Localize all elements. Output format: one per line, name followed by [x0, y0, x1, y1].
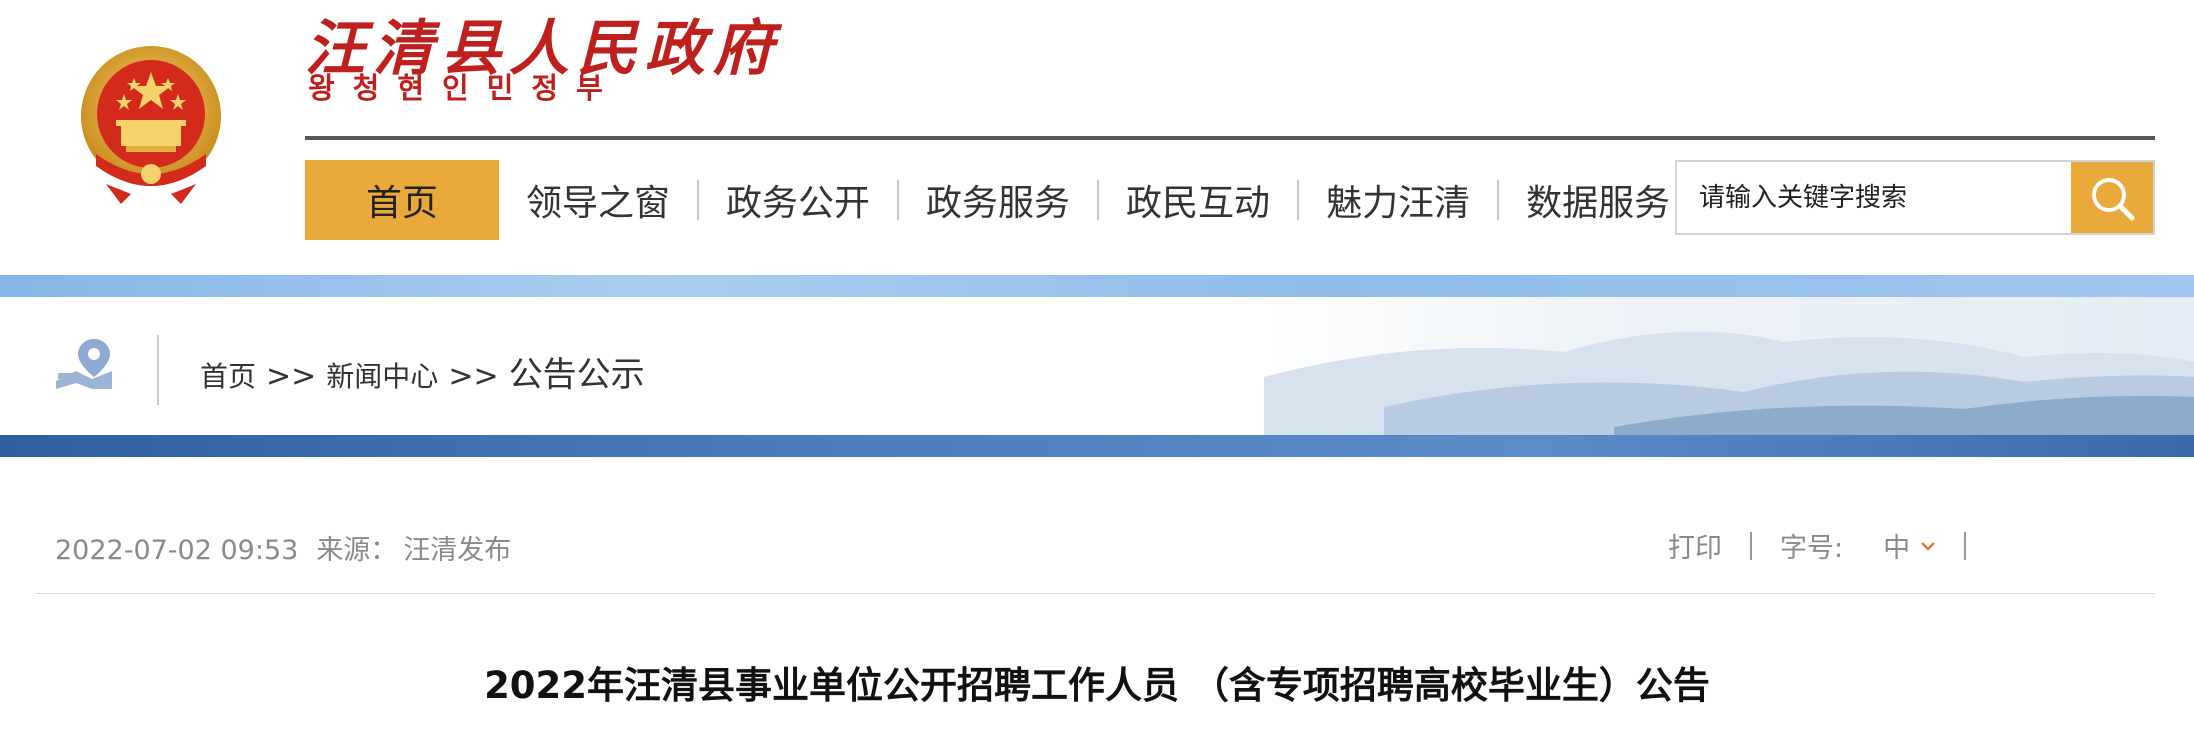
search-input[interactable] — [1677, 162, 2071, 233]
nav-item-interaction[interactable]: 政民互动 — [1099, 160, 1297, 240]
article-source-value: 汪清发布 — [403, 535, 512, 566]
tools-separator — [1964, 531, 1967, 560]
national-emblem-icon — [81, 46, 221, 204]
location-map-icon — [56, 339, 112, 389]
nav-item-charm-wangqing[interactable]: 魅力汪清 — [1299, 160, 1497, 240]
font-size-value: 中 — [1883, 533, 1911, 564]
chevron-down-icon — [1921, 541, 1935, 551]
article-source-label: 来源： — [316, 535, 398, 566]
meta-divider — [35, 593, 2155, 594]
header-divider — [305, 136, 2155, 140]
search-icon — [2092, 177, 2135, 220]
article-title: 2022年汪清县事业单位公开招聘工作人员 （含专项招聘高校毕业生）公告 — [484, 664, 1710, 707]
search-button[interactable] — [2071, 162, 2153, 233]
font-size-select[interactable]: 中 — [1883, 526, 1936, 565]
mountain-landscape-image — [1264, 297, 2194, 435]
search-box — [1675, 160, 2155, 235]
breadcrumb-current[interactable]: 公告公示 — [509, 347, 645, 396]
site-subtitle: 왕청현인민정부 — [308, 71, 621, 105]
font-size-label: 字号: — [1780, 533, 1844, 564]
nav-item-government-services[interactable]: 政务服务 — [899, 160, 1097, 240]
tools-separator — [1750, 531, 1752, 560]
main-nav: 首页 领导之窗 政务公开 政务服务 政民互动 魅力汪清 数据服务 — [305, 160, 1700, 240]
breadcrumb-banner: 首页 >> 新闻中心 >> 公告公示 — [0, 275, 2194, 457]
nav-item-leaders[interactable]: 领导之窗 — [499, 160, 697, 240]
breadcrumb-separator: >> — [266, 359, 317, 394]
article-meta: 2022-07-02 09:53 来源： 汪清发布 — [55, 528, 529, 567]
breadcrumb-separator: >> — [448, 359, 499, 394]
article-tools: 打印 字号: 中 — [1668, 526, 1994, 565]
article-datetime: 2022-07-02 09:53 — [55, 535, 299, 566]
breadcrumb: 首页 >> 新闻中心 >> 公告公示 — [200, 347, 645, 396]
print-button[interactable]: 打印 — [1668, 526, 1722, 565]
banner-sky-strip — [0, 275, 2194, 297]
nav-item-government-affairs[interactable]: 政务公开 — [699, 160, 897, 240]
breadcrumb-divider — [157, 335, 159, 405]
breadcrumb-news-center[interactable]: 新闻中心 — [326, 355, 438, 395]
breadcrumb-home[interactable]: 首页 — [200, 355, 256, 395]
nav-item-data-services[interactable]: 数据服务 — [1499, 160, 1697, 240]
banner-cloud-strip — [0, 435, 2194, 457]
nav-item-home[interactable]: 首页 — [305, 160, 499, 240]
